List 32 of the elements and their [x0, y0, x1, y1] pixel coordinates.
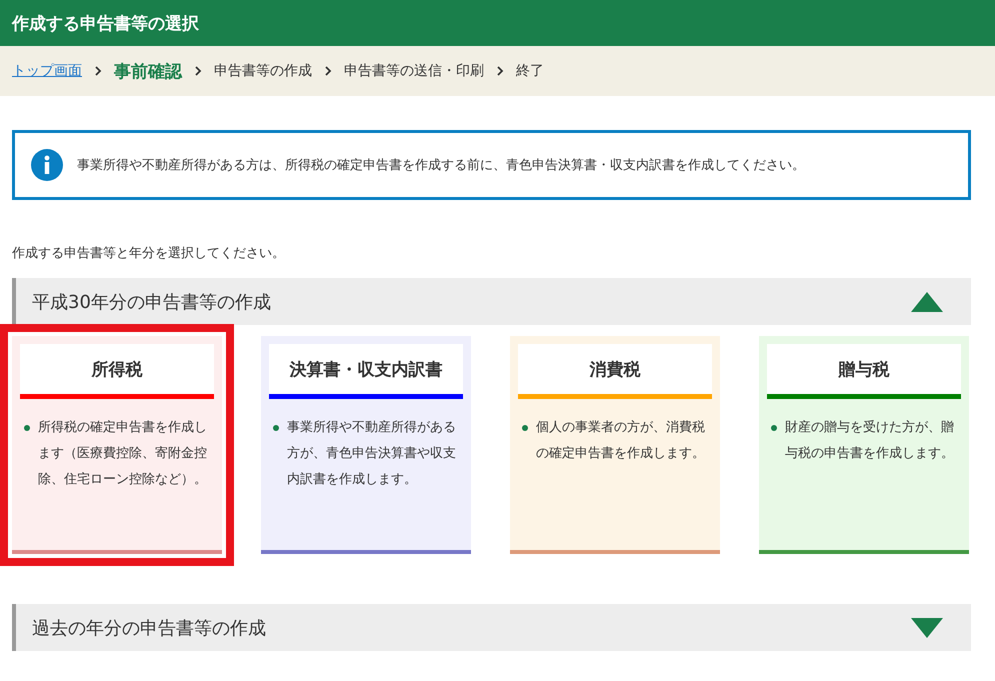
instruction-text: 作成する申告書等と年分を選択してください。: [12, 245, 286, 262]
chevron-icon: [324, 65, 332, 77]
breadcrumb-current: 事前確認: [114, 60, 182, 82]
breadcrumb-link[interactable]: トップ画面: [12, 62, 82, 80]
info-message: 事業所得や不動産所得がある方は、所得税の確定申告書を作成する前に、青色申告決算書・収支内訳書を作成してください。: [77, 157, 805, 174]
chevron-icon: [194, 65, 202, 77]
breadcrumb-step: 申告書等の送信・印刷: [344, 62, 484, 80]
card-title: 贈与税: [767, 344, 961, 399]
breadcrumb-step: 終了: [516, 62, 544, 80]
bullet-icon: [771, 425, 777, 431]
tax-card[interactable]: 贈与税 財産の贈与を受けた方が、贈与税の申告書を作成します。: [759, 336, 969, 554]
collapse-triangle-icon: [911, 290, 943, 314]
chevron-icon: [496, 65, 504, 77]
info-icon: [31, 149, 63, 181]
bullet-icon: [522, 425, 528, 431]
section-header[interactable]: 平成30年分の申告書等の作成: [12, 278, 971, 325]
bullet-icon: [24, 425, 30, 431]
tax-card[interactable]: 決算書・収支内訳書 事業所得や不動産所得がある方が、青色申告決算書や収支内訳書を作成します。: [261, 336, 471, 554]
card-title: 決算書・収支内訳書: [269, 344, 463, 399]
breadcrumb-step: 申告書等の作成: [214, 62, 312, 80]
tax-card[interactable]: 消費税 個人の事業者の方が、消費税の確定申告書を作成します。: [510, 336, 720, 554]
card-description: 個人の事業者の方が、消費税の確定申告書を作成します。: [536, 419, 706, 463]
card-title: 消費税: [518, 344, 712, 399]
card-description: 財産の贈与を受けた方が、贈与税の申告書を作成します。: [785, 419, 955, 463]
card-title: 所得税: [20, 344, 214, 399]
expand-triangle-icon: [911, 616, 943, 640]
bullet-icon: [273, 425, 279, 431]
card-description: 所得税の確定申告書を作成します（医療費控除、寄附金控除、住宅ローン控除など）。: [38, 419, 208, 489]
page-title: 作成する申告書等の選択: [12, 12, 199, 34]
card-description: 事業所得や不動産所得がある方が、青色申告決算書や収支内訳書を作成します。: [287, 419, 457, 489]
chevron-icon: [94, 65, 102, 77]
section-header[interactable]: 過去の年分の申告書等の作成: [12, 604, 971, 651]
